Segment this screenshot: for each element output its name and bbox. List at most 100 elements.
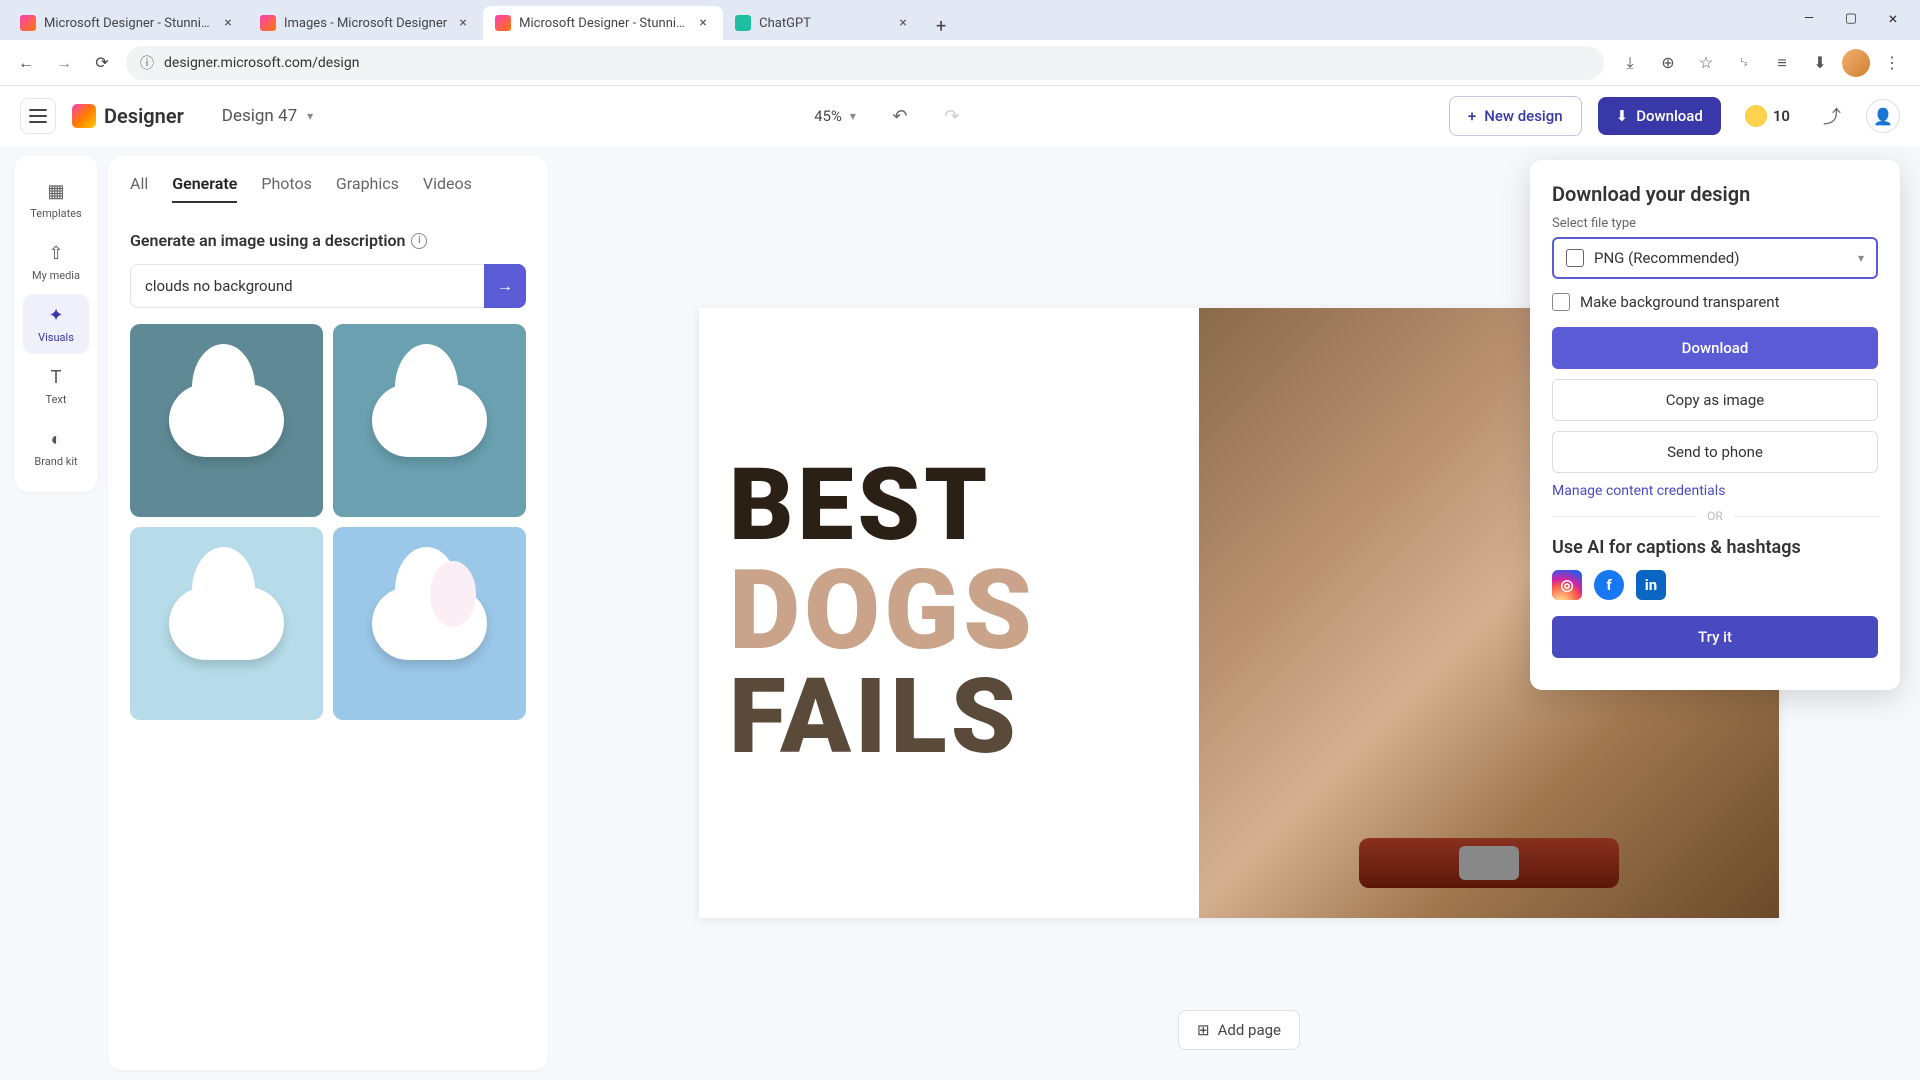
generate-submit-button[interactable]: → (484, 264, 526, 308)
back-button[interactable]: ← (12, 49, 40, 77)
reload-button[interactable]: ⟳ (88, 49, 116, 77)
prompt-input[interactable] (130, 264, 484, 308)
maximize-button[interactable]: ▢ (1832, 4, 1870, 32)
browser-navbar: ← → ⟳ ⓘ designer.microsoft.com/design ⤓ … (0, 40, 1920, 86)
upload-icon: ⇧ (45, 242, 67, 264)
facebook-icon[interactable]: f (1594, 570, 1624, 600)
url-text: designer.microsoft.com/design (164, 55, 359, 71)
favicon-icon (260, 15, 276, 31)
hamburger-menu[interactable] (20, 98, 56, 134)
tabs-container: Microsoft Designer - Stunning × Images -… (8, 6, 1790, 40)
browser-tab-2[interactable]: Microsoft Designer - Stunning × (483, 6, 723, 40)
popover-download-button[interactable]: Download (1552, 327, 1878, 369)
logo[interactable]: Designer (72, 104, 184, 128)
minimize-button[interactable]: — (1790, 4, 1828, 32)
design-name-dropdown[interactable]: Design 47 ▾ (210, 100, 325, 132)
close-icon[interactable]: × (220, 15, 236, 31)
browser-tab-1[interactable]: Images - Microsoft Designer × (248, 6, 483, 40)
more-icon[interactable]: ⋮ (1876, 47, 1908, 79)
tab-generate[interactable]: Generate (172, 174, 237, 203)
new-design-label: New design (1484, 107, 1562, 125)
copy-as-image-button[interactable]: Copy as image (1552, 379, 1878, 421)
profile-avatar[interactable] (1842, 49, 1870, 77)
result-thumb-3[interactable] (333, 527, 526, 720)
tab-graphics[interactable]: Graphics (336, 174, 399, 203)
browser-tab-3[interactable]: ChatGPT × (723, 6, 923, 40)
text-icon: T (45, 366, 67, 388)
user-menu[interactable]: 👤 (1866, 99, 1900, 133)
reading-list-icon[interactable]: ≡ (1766, 47, 1798, 79)
rail-templates[interactable]: ▦ Templates (23, 170, 89, 230)
design-name-text: Design 47 (222, 106, 297, 126)
prompt-row: → (130, 264, 526, 308)
browser-tab-0[interactable]: Microsoft Designer - Stunning × (8, 6, 248, 40)
canvas-word-0[interactable]: BEST (729, 456, 1199, 556)
rail-label: Visuals (38, 331, 74, 344)
result-thumb-2[interactable] (130, 527, 323, 720)
forward-button[interactable]: → (50, 49, 78, 77)
checkbox[interactable] (1552, 293, 1570, 311)
tab-photos[interactable]: Photos (261, 174, 312, 203)
file-type-value: PNG (Recommended) (1594, 249, 1739, 267)
canvas-word-1[interactable]: DOGS (729, 556, 1199, 666)
result-thumb-0[interactable] (130, 324, 323, 517)
undo-button[interactable]: ↶ (882, 98, 918, 134)
tab-all[interactable]: All (130, 174, 148, 203)
info-icon[interactable]: i (411, 233, 427, 249)
canvas-area[interactable]: BEST DOGS FAILS ⊞ Add page Download your… (558, 146, 1920, 1080)
rail-label: Templates (30, 207, 81, 220)
chevron-down-icon: ▾ (850, 109, 856, 123)
site-info-icon[interactable]: ⓘ (140, 53, 154, 73)
plus-square-icon: ⊞ (1197, 1021, 1210, 1039)
logo-text: Designer (104, 104, 184, 128)
visuals-icon: ✦ (45, 304, 67, 326)
templates-icon: ▦ (45, 180, 67, 202)
tab-videos[interactable]: Videos (423, 174, 472, 203)
close-icon[interactable]: × (895, 15, 911, 31)
canvas-word-2[interactable]: FAILS (729, 666, 1199, 770)
rail-my-media[interactable]: ⇧ My media (23, 232, 89, 292)
zoom-icon[interactable]: ⊕ (1652, 47, 1684, 79)
cloud-icon (169, 587, 285, 660)
tab-title: Microsoft Designer - Stunning (44, 16, 212, 31)
send-to-phone-button[interactable]: Send to phone (1552, 431, 1878, 473)
add-page-button[interactable]: ⊞ Add page (1178, 1010, 1300, 1050)
download-label: Download (1636, 107, 1703, 125)
redo-button[interactable]: ↷ (934, 98, 970, 134)
popover-title: Download your design (1552, 182, 1878, 206)
rail-label: Brand kit (34, 455, 77, 468)
extensions-icon[interactable]: ␊ (1728, 47, 1760, 79)
canvas-text-block[interactable]: BEST DOGS FAILS (699, 308, 1199, 918)
close-icon[interactable]: × (695, 15, 711, 31)
divider: OR (1552, 509, 1878, 523)
result-thumb-1[interactable] (333, 324, 526, 517)
credits-value: 10 (1773, 107, 1790, 125)
linkedin-icon[interactable]: in (1636, 570, 1666, 600)
tab-title: ChatGPT (759, 16, 887, 31)
rail-visuals[interactable]: ✦ Visuals (23, 294, 89, 354)
credits-counter[interactable]: 10 (1737, 105, 1798, 127)
instagram-icon[interactable]: ◎ (1552, 570, 1582, 600)
file-type-select[interactable]: PNG (Recommended) ▾ (1552, 237, 1878, 279)
new-design-button[interactable]: + New design (1449, 96, 1582, 136)
manage-credentials-link[interactable]: Manage content credentials (1552, 483, 1878, 499)
favicon-icon (20, 15, 36, 31)
downloads-icon[interactable]: ⬇ (1804, 47, 1836, 79)
try-it-button[interactable]: Try it (1552, 616, 1878, 658)
download-button[interactable]: ⬇ Download (1598, 97, 1721, 135)
tab-title: Microsoft Designer - Stunning (519, 16, 687, 31)
chevron-down-icon: ▾ (307, 109, 313, 123)
close-icon[interactable]: × (455, 15, 471, 31)
rail-brand-kit[interactable]: ◐ Brand kit (23, 418, 89, 478)
address-bar[interactable]: ⓘ designer.microsoft.com/design (126, 46, 1604, 80)
zoom-dropdown[interactable]: 45% ▾ (804, 101, 866, 131)
new-tab-button[interactable]: + (927, 12, 955, 40)
visuals-panel: All Generate Photos Graphics Videos Gene… (108, 156, 548, 1070)
close-window-button[interactable]: × (1874, 4, 1912, 32)
install-app-icon[interactable]: ⤓ (1614, 47, 1646, 79)
download-popover: Download your design Select file type PN… (1530, 160, 1900, 690)
share-button[interactable]: ⤴ (1814, 98, 1850, 134)
transparent-checkbox-row[interactable]: Make background transparent (1552, 293, 1878, 311)
rail-text[interactable]: T Text (23, 356, 89, 416)
bookmark-icon[interactable]: ☆ (1690, 47, 1722, 79)
